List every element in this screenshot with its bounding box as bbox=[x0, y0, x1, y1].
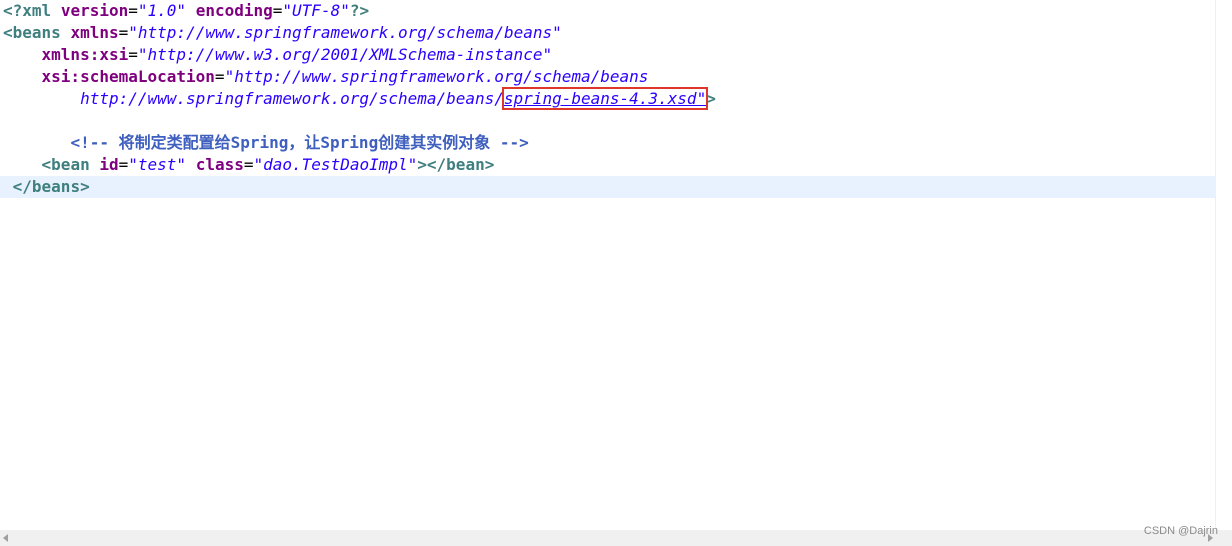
code-line-3[interactable]: xmlns:xsi="http://www.w3.org/2001/XMLSch… bbox=[0, 44, 1216, 66]
attr-version: version bbox=[60, 1, 129, 20]
tag-open-bracket: < bbox=[41, 155, 52, 174]
attr-xmlns-xsi: xmlns:xsi bbox=[41, 45, 129, 64]
value-schema-location-part1: "http://www.springframework.org/schema/b… bbox=[224, 67, 649, 86]
tag-close-bracket: > bbox=[706, 89, 716, 108]
vertical-scrollbar[interactable] bbox=[1215, 0, 1232, 530]
tag-beans: beans bbox=[12, 23, 61, 42]
equals-sign: = bbox=[118, 155, 129, 174]
code-line-1[interactable]: <?xml version="1.0" encoding="UTF-8"?> bbox=[0, 0, 1216, 22]
xml-pi-name: xml bbox=[22, 1, 52, 20]
code-line-2[interactable]: <beans xmlns="http://www.springframework… bbox=[0, 22, 1216, 44]
xml-comment: <!-- 将制定类配置给Spring，让Spring创建其实例对象 --> bbox=[70, 133, 529, 152]
value-schema-location-part2: http://www.springframework.org/schema/be… bbox=[80, 89, 504, 108]
value-xmlns-xsi: "http://www.w3.org/2001/XMLSchema-instan… bbox=[137, 45, 553, 64]
equals-sign: = bbox=[243, 155, 254, 174]
attr-xmlns: xmlns bbox=[70, 23, 119, 42]
equals-sign: = bbox=[128, 1, 138, 20]
code-line-8[interactable]: <bean id="test" class="dao.TestDaoImpl">… bbox=[0, 154, 1216, 176]
value-xmlns: "http://www.springframework.org/schema/b… bbox=[128, 23, 562, 42]
xml-pi-close: ?> bbox=[349, 1, 370, 20]
equals-sign: = bbox=[118, 23, 129, 42]
code-line-5[interactable]: http://www.springframework.org/schema/be… bbox=[0, 87, 1216, 110]
equals-sign: = bbox=[214, 67, 225, 86]
xml-editor[interactable]: <?xml version="1.0" encoding="UTF-8"?> <… bbox=[0, 0, 1232, 546]
equals-sign: = bbox=[128, 45, 138, 64]
tag-bean: bean bbox=[51, 155, 90, 174]
tag-close-bracket: > bbox=[484, 155, 495, 174]
scroll-left-arrow-icon[interactable] bbox=[3, 534, 8, 542]
value-encoding: "UTF-8" bbox=[282, 1, 350, 20]
value-id: "test" bbox=[128, 155, 187, 174]
code-area[interactable]: <?xml version="1.0" encoding="UTF-8"?> <… bbox=[0, 0, 1216, 530]
value-class: "dao.TestDaoImpl" bbox=[253, 155, 418, 174]
scrollbar-corner bbox=[1216, 530, 1232, 546]
code-line-6-empty[interactable] bbox=[0, 110, 1216, 132]
attr-class: class bbox=[195, 155, 244, 174]
tag-open-bracket: < bbox=[3, 23, 13, 42]
horizontal-scrollbar[interactable] bbox=[0, 530, 1216, 546]
attr-id: id bbox=[99, 155, 119, 174]
value-version: "1.0" bbox=[137, 1, 187, 20]
tag-bean-end: bean bbox=[446, 155, 485, 174]
attr-encoding: encoding bbox=[195, 1, 273, 20]
tag-close-open: ></ bbox=[417, 155, 447, 174]
xml-pi-open: <? bbox=[3, 1, 23, 20]
attr-schema-location: xsi:schemaLocation bbox=[41, 67, 215, 86]
code-line-9-current[interactable]: </beans> bbox=[0, 176, 1216, 198]
watermark: CSDN @Dajrin bbox=[1143, 525, 1218, 537]
highlighted-xsd-version: spring-beans-4.3.xsd" bbox=[501, 87, 709, 110]
tag-beans-end: </beans> bbox=[12, 177, 90, 196]
equals-sign: = bbox=[272, 1, 283, 20]
code-line-7[interactable]: <!-- 将制定类配置给Spring，让Spring创建其实例对象 --> bbox=[0, 132, 1216, 154]
code-line-4[interactable]: xsi:schemaLocation="http://www.springfra… bbox=[0, 66, 1216, 88]
